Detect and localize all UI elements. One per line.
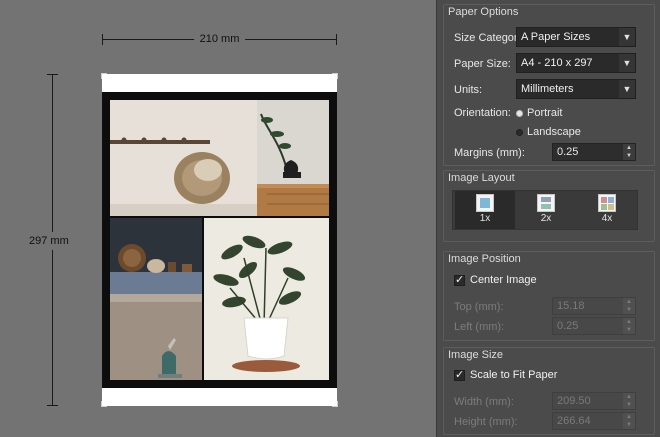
landscape-label: Landscape — [527, 126, 581, 138]
collage-photo-kettle — [110, 294, 202, 380]
paper-size-label: Paper Size: — [454, 58, 511, 70]
width-mm-value: 209.50 — [557, 395, 591, 407]
chevron-down-icon[interactable]: ▼ — [619, 80, 635, 98]
spin-down-icon: ▼ — [626, 402, 632, 408]
spin-down-icon: ▼ — [626, 307, 632, 313]
units-label: Units: — [454, 84, 483, 96]
two-images-icon — [537, 194, 555, 212]
spin-up-icon: ▲ — [626, 414, 632, 420]
four-images-icon — [598, 194, 616, 212]
paper-options-group: Paper Options Size Category: A Paper Siz… — [443, 4, 655, 166]
settings-sidebar: Paper Options Size Category: A Paper Siz… — [436, 0, 660, 437]
image-position-group: Image Position Center Image Top (mm): 15… — [443, 251, 655, 341]
margins-spinbox[interactable]: 0.25 ▲ ▼ — [552, 143, 636, 161]
collage-photo-plant — [204, 218, 329, 380]
orientation-portrait-radio[interactable]: Portrait — [516, 107, 562, 119]
layout-options: 1x 2x 4x — [452, 190, 638, 230]
margins-value: 0.25 — [557, 146, 579, 158]
top-mm-label: Top (mm): — [454, 301, 504, 313]
scale-to-fit-checkbox[interactable]: Scale to Fit Paper — [454, 368, 558, 381]
radio-selected-icon — [516, 109, 523, 117]
width-mm-spinbox: 209.50 ▲ ▼ — [552, 392, 636, 410]
orientation-label: Orientation: — [454, 107, 511, 119]
paper-options-title: Paper Options — [444, 5, 654, 19]
spin-down-icon: ▼ — [626, 327, 632, 333]
layout-4x-button[interactable]: 4x — [577, 191, 637, 229]
chevron-down-icon[interactable]: ▼ — [619, 54, 635, 72]
paper-width-label: 210 mm — [193, 33, 246, 45]
paper-width-dimension: 210 mm — [102, 33, 337, 46]
checkbox-checked-icon — [454, 368, 465, 381]
spin-up-icon: ▲ — [626, 299, 632, 305]
collage-photo-shelf — [110, 218, 202, 294]
height-mm-value: 266.64 — [557, 415, 591, 427]
size-category-value: A Paper Sizes — [521, 31, 591, 43]
portrait-label: Portrait — [527, 107, 563, 119]
print-preview-area: 210 mm 297 mm — [0, 0, 436, 437]
margins-label: Margins (mm): — [454, 147, 525, 159]
units-select[interactable]: Millimeters ▼ — [516, 79, 636, 99]
spin-down-icon: ▼ — [626, 422, 632, 428]
spin-up-icon: ▲ — [626, 394, 632, 400]
layout-2x-label: 2x — [540, 213, 552, 224]
height-mm-label: Height (mm): — [454, 416, 518, 428]
center-image-checkbox[interactable]: Center Image — [454, 273, 537, 286]
layout-4x-label: 4x — [601, 213, 613, 224]
spin-down-icon[interactable]: ▼ — [623, 152, 635, 160]
paper-size-select[interactable]: A4 - 210 x 297 ▼ — [516, 53, 636, 73]
image-size-title: Image Size — [444, 348, 654, 362]
layout-1x-button[interactable]: 1x — [455, 191, 515, 229]
layout-1x-label: 1x — [479, 213, 491, 224]
left-mm-spinbox: 0.25 ▲ ▼ — [552, 317, 636, 335]
image-layout-group: Image Layout 1x 2x 4x — [443, 170, 655, 242]
size-category-select[interactable]: A Paper Sizes ▼ — [516, 27, 636, 47]
orientation-landscape-radio[interactable]: Landscape — [516, 126, 581, 138]
units-value: Millimeters — [521, 83, 574, 95]
image-layout-title: Image Layout — [444, 171, 654, 185]
top-mm-value: 15.18 — [557, 300, 585, 312]
checkbox-checked-icon — [454, 273, 465, 286]
image-preview[interactable] — [102, 92, 337, 388]
paper-height-label: 297 mm — [29, 232, 69, 250]
spin-up-icon: ▲ — [626, 319, 632, 325]
paper-size-value: A4 - 210 x 297 — [521, 57, 593, 69]
spin-up-icon[interactable]: ▲ — [623, 144, 635, 152]
left-mm-label: Left (mm): — [454, 321, 505, 333]
width-mm-label: Width (mm): — [454, 396, 514, 408]
paper-height-dimension: 297 mm — [29, 74, 69, 406]
radio-unselected-icon — [516, 128, 523, 136]
center-image-label: Center Image — [470, 274, 537, 286]
image-position-title: Image Position — [444, 252, 654, 266]
chevron-down-icon[interactable]: ▼ — [619, 28, 635, 46]
collage-photo-vase — [257, 100, 329, 216]
top-mm-spinbox: 15.18 ▲ ▼ — [552, 297, 636, 315]
left-mm-value: 0.25 — [557, 320, 579, 332]
single-image-icon — [476, 194, 494, 212]
collage-photo-hat — [110, 100, 257, 216]
scale-to-fit-label: Scale to Fit Paper — [470, 369, 558, 381]
image-size-group: Image Size Scale to Fit Paper Width (mm)… — [443, 347, 655, 435]
height-mm-spinbox: 266.64 ▲ ▼ — [552, 412, 636, 430]
layout-2x-button[interactable]: 2x — [516, 191, 576, 229]
